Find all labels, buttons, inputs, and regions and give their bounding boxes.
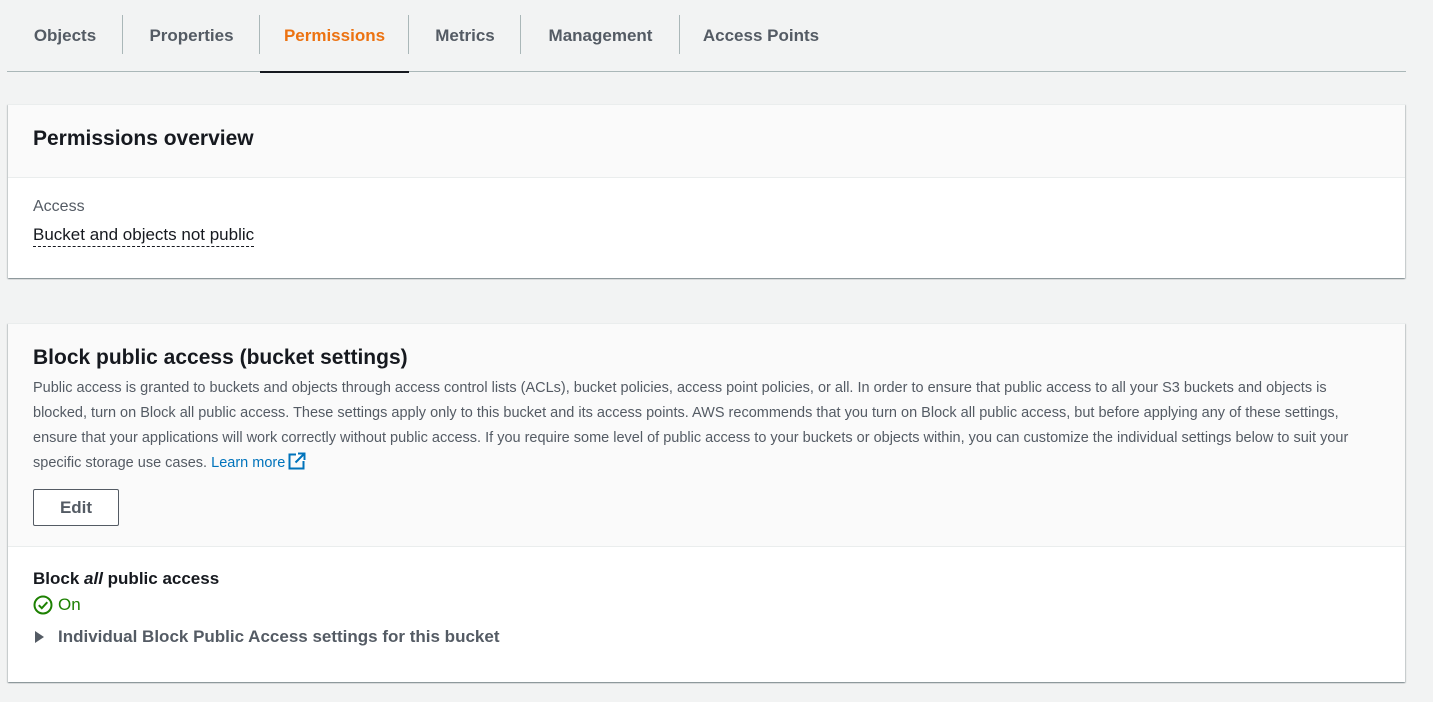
panel-title: Permissions overview: [33, 127, 254, 150]
panel-description: Public access is granted to buckets and …: [33, 376, 1378, 476]
status-text: On: [58, 595, 81, 614]
tab-objects[interactable]: Objects: [7, 0, 123, 71]
check-circle-icon: [33, 595, 53, 615]
tab-label: Access Points: [702, 25, 820, 45]
caret-right-icon: [35, 631, 44, 643]
tab-label: Management: [548, 25, 653, 45]
tab-management[interactable]: Management: [521, 0, 680, 71]
access-value[interactable]: Bucket and objects not public: [33, 225, 255, 247]
learn-more-label: Learn more: [211, 455, 286, 471]
tab-bar: Objects Properties Permissions Metrics M…: [7, 0, 1406, 73]
block-public-access-panel: Block public access (bucket settings) Pu…: [8, 323, 1405, 682]
block-all-suffix: public access: [102, 569, 220, 588]
tab-label: Metrics: [435, 25, 495, 45]
external-link-icon: [288, 452, 307, 470]
tab-label: Objects: [33, 25, 97, 45]
tab-label: Properties: [149, 25, 234, 45]
panel-title: Block public access (bucket settings): [33, 346, 408, 369]
expander-label: Individual Block Public Access settings …: [58, 627, 500, 646]
panel-header: Permissions overview: [8, 105, 1405, 178]
panel-body: Access Bucket and objects not public: [8, 178, 1405, 267]
access-label: Access: [33, 198, 85, 215]
status-indicator: On: [33, 595, 1380, 615]
block-all-public-access-label: Block all public access: [33, 569, 1380, 589]
edit-button[interactable]: Edit: [33, 489, 119, 526]
tab-label: Permissions: [283, 25, 386, 45]
block-all-prefix: Block: [33, 569, 85, 588]
panel-header: Block public access (bucket settings) Pu…: [8, 324, 1405, 547]
tab-permissions[interactable]: Permissions: [260, 0, 409, 73]
tab-properties[interactable]: Properties: [123, 0, 260, 71]
learn-more-link[interactable]: Learn more: [211, 452, 307, 471]
permissions-overview-panel: Permissions overview Access Bucket and o…: [8, 104, 1405, 278]
tab-metrics[interactable]: Metrics: [409, 0, 521, 71]
block-all-emphasis: all: [84, 569, 103, 588]
tab-access-points[interactable]: Access Points: [680, 0, 842, 71]
panel-body: Block all public access On Individual Bl…: [8, 547, 1405, 647]
individual-settings-expander[interactable]: Individual Block Public Access settings …: [33, 627, 1380, 647]
